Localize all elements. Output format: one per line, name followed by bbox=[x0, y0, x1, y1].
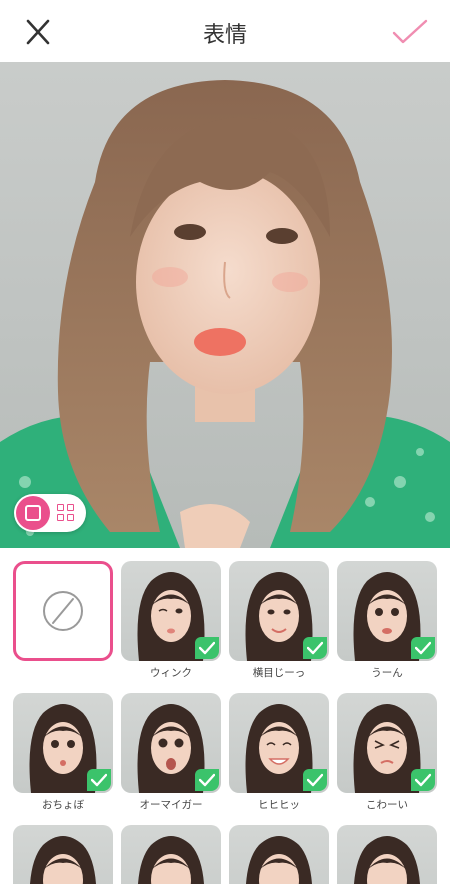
expression-thumbnail bbox=[229, 561, 329, 661]
expression-label: オーマイガー bbox=[139, 799, 203, 811]
grid-view-icon[interactable] bbox=[56, 503, 76, 523]
expression-label: ヒヒヒッ bbox=[258, 799, 300, 811]
downloaded-check-icon bbox=[303, 637, 327, 659]
expression-item[interactable]: ヒヒヒッ bbox=[229, 693, 329, 811]
top-bar: 表情 bbox=[0, 0, 450, 62]
view-toggle bbox=[14, 494, 86, 532]
expression-thumbnail bbox=[121, 693, 221, 793]
expression-item[interactable]: うーん bbox=[337, 561, 437, 679]
single-view-icon bbox=[25, 505, 41, 521]
expression-thumbnail bbox=[337, 561, 437, 661]
confirm-button[interactable] bbox=[390, 16, 430, 48]
single-view-button[interactable] bbox=[16, 496, 50, 530]
expression-item[interactable] bbox=[337, 825, 437, 884]
expression-item[interactable] bbox=[121, 825, 221, 884]
check-icon bbox=[392, 19, 428, 44]
portrait-photo bbox=[0, 80, 450, 548]
downloaded-check-icon bbox=[195, 637, 219, 659]
expression-label: こわーい bbox=[366, 799, 408, 811]
expression-thumbnail bbox=[229, 693, 329, 793]
expression-item[interactable]: ウィンク bbox=[121, 561, 221, 679]
expression-thumbnail bbox=[229, 825, 329, 884]
expression-item[interactable]: 横目じーっ bbox=[229, 561, 329, 679]
expression-label: 横目じーっ bbox=[252, 667, 306, 679]
expression-label: ウィンク bbox=[150, 667, 192, 679]
expression-thumbnail bbox=[121, 825, 221, 884]
no-expression-option[interactable] bbox=[13, 561, 113, 661]
photo-preview[interactable] bbox=[0, 62, 450, 548]
expression-grid: ウィンク 横目じーっ うーん おちょぼ オーマイガー ヒヒヒッ こわーい bbox=[0, 548, 450, 884]
expression-item[interactable] bbox=[229, 825, 329, 884]
expression-thumbnail bbox=[13, 693, 113, 793]
expression-label: うーん bbox=[371, 667, 403, 679]
downloaded-check-icon bbox=[411, 769, 435, 791]
downloaded-check-icon bbox=[195, 769, 219, 791]
expression-thumbnail bbox=[121, 561, 221, 661]
no-effect-icon bbox=[43, 591, 83, 631]
expression-item[interactable] bbox=[13, 825, 113, 884]
downloaded-check-icon bbox=[303, 769, 327, 791]
expression-item[interactable]: おちょぼ bbox=[13, 693, 113, 811]
expression-thumbnail bbox=[337, 693, 437, 793]
page-title: 表情 bbox=[202, 23, 247, 48]
downloaded-check-icon bbox=[87, 769, 111, 791]
downloaded-check-icon bbox=[411, 637, 435, 659]
expression-thumbnail bbox=[13, 825, 113, 884]
expression-label: おちょぼ bbox=[42, 799, 84, 811]
expression-item[interactable]: こわーい bbox=[337, 693, 437, 811]
expression-item[interactable]: オーマイガー bbox=[121, 693, 221, 811]
expression-thumbnail bbox=[337, 825, 437, 884]
